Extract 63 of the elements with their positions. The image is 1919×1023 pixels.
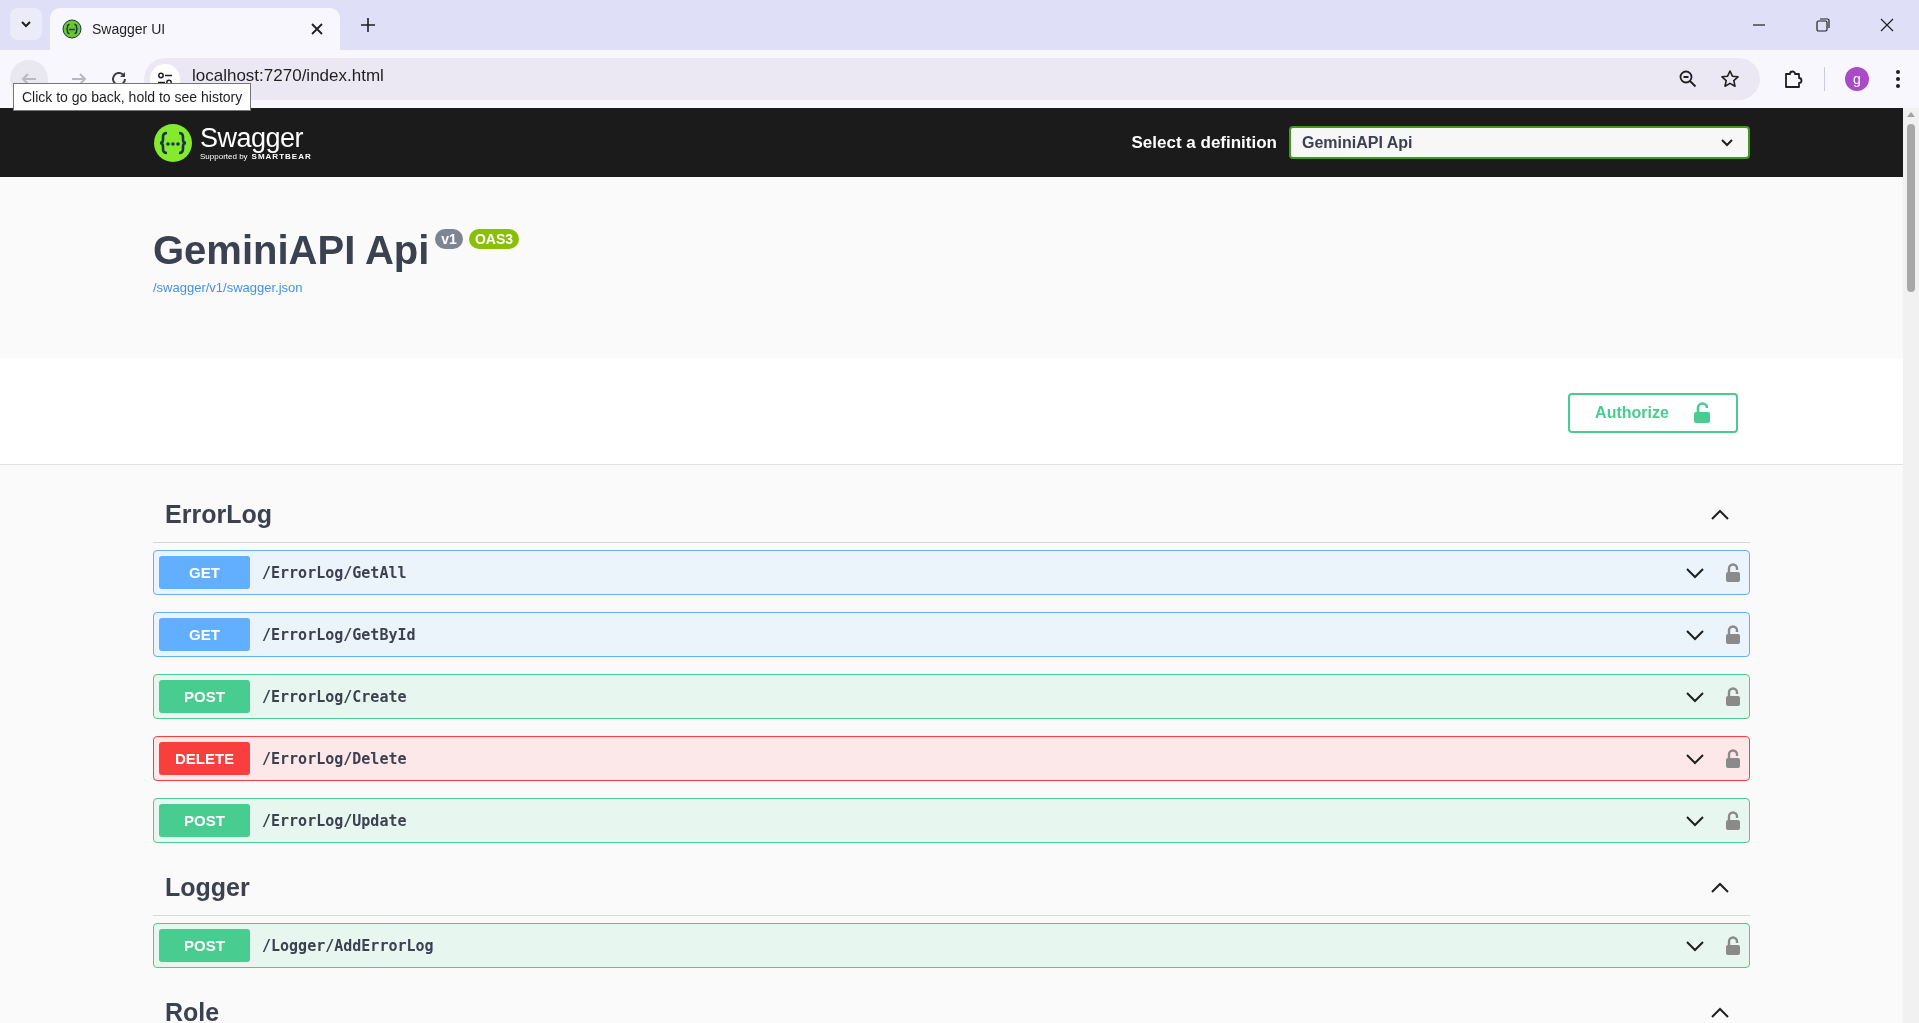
padlock-icon[interactable] [1725, 748, 1741, 769]
operation-row[interactable]: GET /ErrorLog/GetAll [153, 550, 1750, 595]
browser-tab[interactable]: Swagger UI [50, 8, 340, 50]
definition-select[interactable]: GeminiAPI Api [1289, 126, 1750, 159]
padlock-icon[interactable] [1725, 562, 1741, 583]
endpoint-path: /ErrorLog/GetAll [262, 563, 407, 582]
chevron-icon[interactable] [1685, 628, 1705, 641]
endpoint-path: /ErrorLog/Update [262, 811, 407, 830]
chevron-icon[interactable] [1685, 814, 1705, 827]
close-icon[interactable] [310, 22, 324, 36]
padlock-icon[interactable] [1725, 686, 1741, 707]
chevron-icon[interactable] [1685, 690, 1705, 703]
restore-icon[interactable] [1815, 17, 1831, 33]
profile-avatar[interactable]: g [1845, 67, 1869, 91]
method-badge: POST [159, 680, 250, 713]
logo-icon [153, 122, 193, 163]
version-badge: v1 [435, 229, 463, 249]
chevron-icon[interactable] [1685, 566, 1705, 579]
tagline: Supported by [200, 152, 248, 161]
section-title[interactable]: Logger [165, 873, 250, 902]
star-icon[interactable] [1720, 69, 1740, 89]
endpoint-path: /ErrorLog/Delete [262, 749, 407, 768]
chevron-icon[interactable] [1710, 508, 1730, 521]
chevron-icon[interactable] [1710, 1006, 1730, 1019]
method-badge: GET [159, 556, 250, 589]
method-badge: GET [159, 618, 250, 651]
method-badge: POST [159, 929, 250, 962]
operation-row[interactable]: GET /ErrorLog/GetById [153, 612, 1750, 657]
tab-list-button[interactable] [10, 8, 42, 40]
scroll-thumb[interactable] [1907, 124, 1915, 292]
padlock-icon[interactable] [1725, 624, 1741, 645]
company-name: SMARTBEAR [251, 152, 312, 161]
operation-row[interactable]: POST /ErrorLog/Update [153, 798, 1750, 843]
operation-row[interactable]: POST /Logger/AddErrorLog [153, 923, 1750, 968]
section-title[interactable]: Role [165, 998, 220, 1023]
padlock-icon[interactable] [1725, 810, 1741, 831]
scrollbar[interactable] [1903, 108, 1919, 1023]
method-badge: DELETE [159, 742, 250, 775]
method-badge: POST [159, 804, 250, 837]
zoom-out-icon[interactable] [1678, 69, 1698, 89]
operation-row[interactable]: POST /ErrorLog/Create [153, 674, 1750, 719]
padlock-icon [1692, 402, 1711, 424]
brand-name: Swagger [200, 124, 305, 152]
chevron-icon[interactable] [1685, 752, 1705, 765]
api-title: GeminiAPI Api [153, 227, 430, 274]
endpoint-path: /ErrorLog/GetById [262, 625, 416, 644]
definition-label: Select a definition [1131, 132, 1277, 153]
operation-row[interactable]: DELETE /ErrorLog/Delete [153, 736, 1750, 781]
endpoint-path: /Logger/AddErrorLog [262, 936, 434, 955]
menu-icon[interactable] [1895, 69, 1901, 89]
caret-icon [1720, 137, 1734, 148]
tab-title: Swagger UI [92, 21, 167, 37]
logo-icon [62, 19, 82, 39]
chevron-icon[interactable] [1710, 881, 1730, 894]
close-icon[interactable] [1879, 17, 1895, 33]
padlock-icon[interactable] [1725, 935, 1741, 956]
tooltip: Click to go back, hold to see history [13, 83, 252, 111]
spec-badge: OAS3 [468, 229, 520, 249]
endpoint-path: /ErrorLog/Create [262, 687, 407, 706]
extensions-icon[interactable] [1782, 68, 1804, 90]
section-title[interactable]: ErrorLog [165, 500, 272, 529]
chevron-icon[interactable] [1685, 939, 1705, 952]
new-tab-icon[interactable] [360, 17, 376, 33]
